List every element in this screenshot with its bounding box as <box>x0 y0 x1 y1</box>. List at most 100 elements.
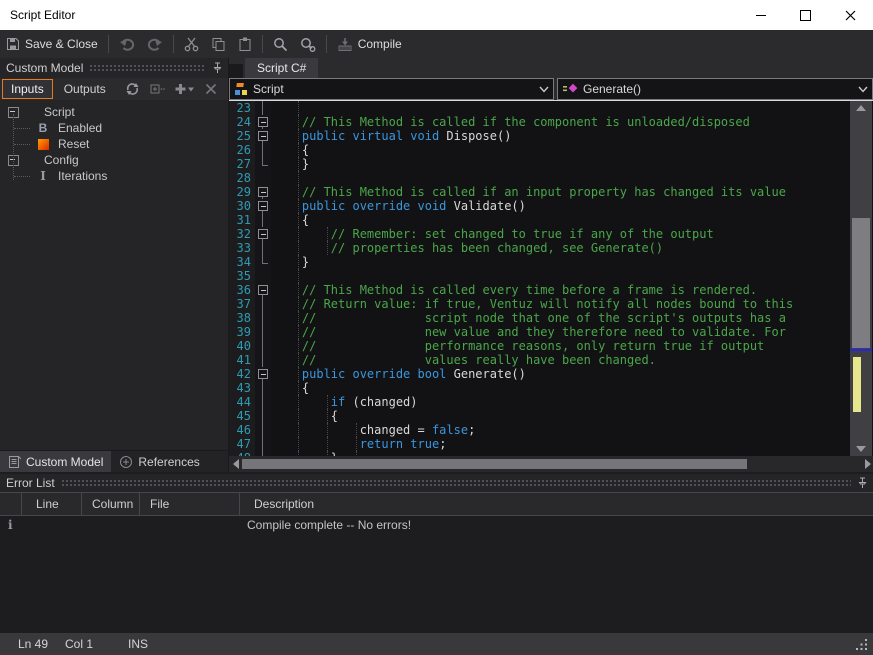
code-line[interactable]: 31 { <box>229 213 849 227</box>
code-line[interactable]: 38 // script node that one of the script… <box>229 311 849 325</box>
code-text: { <box>271 381 849 395</box>
pin-button[interactable] <box>857 477 867 489</box>
code-line[interactable]: 37 // Return value: if true, Ventuz will… <box>229 297 849 311</box>
code-text: { <box>271 409 849 423</box>
code-line[interactable]: 39 // new value and they therefore need … <box>229 325 849 339</box>
member-dropdown[interactable]: Generate() <box>557 78 873 100</box>
code-line[interactable]: 43 { <box>229 381 849 395</box>
vertical-scroll-thumb[interactable] <box>852 218 870 348</box>
code-line[interactable]: 25 public virtual void Dispose() <box>229 129 849 143</box>
main-toolbar: Save & Close <box>0 30 873 58</box>
error-row[interactable]: iCompile complete -- No errors! <box>0 516 873 534</box>
copy-button[interactable] <box>205 32 232 56</box>
scroll-left-button[interactable] <box>229 456 242 472</box>
code-editor[interactable]: 2324 // This Method is called if the com… <box>229 101 873 456</box>
scroll-up-button[interactable] <box>850 101 872 115</box>
member-dropdown-arrow[interactable] <box>854 79 872 99</box>
compile-button[interactable]: Compile <box>331 32 408 56</box>
code-line[interactable]: 41 // values really have been changed. <box>229 353 849 367</box>
tree-item-enabled[interactable]: BEnabled <box>0 120 228 136</box>
scope-dropdown[interactable]: Script <box>229 78 554 100</box>
minimize-button[interactable] <box>738 0 783 30</box>
code-line[interactable]: 45 { <box>229 409 849 423</box>
delete-property-button[interactable] <box>205 83 217 95</box>
scroll-right-button[interactable] <box>861 456 873 472</box>
code-line[interactable]: 40 // performance reasons, only return t… <box>229 339 849 353</box>
save-close-button[interactable]: Save & Close <box>0 32 104 56</box>
error-col-file[interactable]: File <box>140 493 240 515</box>
fold-line <box>262 325 263 339</box>
tab-outputs[interactable]: Outputs <box>55 79 115 99</box>
code-line[interactable]: 33 // properties has been changed, see G… <box>229 241 849 255</box>
add-property-button[interactable] <box>175 83 195 95</box>
fold-collapse-icon[interactable] <box>258 229 268 239</box>
error-col-column[interactable]: Column <box>82 493 140 515</box>
splitter-notch[interactable] <box>229 64 243 78</box>
code-line[interactable]: 36 // This Method is called every time b… <box>229 283 849 297</box>
code-token: ; <box>468 423 475 437</box>
maximize-icon <box>800 10 811 21</box>
error-col-line[interactable]: Line <box>22 493 82 515</box>
code-token: Validate() <box>454 199 526 213</box>
code-line[interactable]: 44 if (changed) <box>229 395 849 409</box>
fold-collapse-icon[interactable] <box>258 369 268 379</box>
code-line[interactable]: 35 <box>229 269 849 283</box>
fold-collapse-icon[interactable] <box>258 117 268 127</box>
expand-all-button[interactable] <box>150 83 165 95</box>
close-button[interactable] <box>828 0 873 30</box>
tree-item-script[interactable]: Script <box>0 104 228 120</box>
code-line[interactable]: 34 } <box>229 255 849 269</box>
tree-connector <box>14 144 30 145</box>
scissors-icon <box>184 37 199 52</box>
tab-inputs[interactable]: Inputs <box>2 79 53 99</box>
code-token: // Return value: if true, Ventuz will no… <box>273 297 793 311</box>
tree-item-reset[interactable]: Reset <box>0 136 228 152</box>
fold-collapse-icon[interactable] <box>258 201 268 211</box>
error-col-description[interactable]: Description <box>240 493 873 515</box>
code-line[interactable]: 24 // This Method is called if the compo… <box>229 115 849 129</box>
code-token: // performance reasons, only return true… <box>273 339 764 353</box>
code-line[interactable]: 42 public override bool Generate() <box>229 367 849 381</box>
tree-item-iterations[interactable]: IIterations <box>0 168 228 184</box>
code-line[interactable]: 46 changed = false; <box>229 423 849 437</box>
tab-script-csharp[interactable]: Script C# <box>245 58 318 78</box>
error-col-icon[interactable] <box>0 493 22 515</box>
code-line[interactable]: 47 return true; <box>229 437 849 451</box>
undo-button[interactable] <box>113 32 141 56</box>
paste-button[interactable] <box>232 32 258 56</box>
pin-button[interactable] <box>212 62 222 74</box>
refresh-button[interactable] <box>125 82 140 96</box>
code-line[interactable]: 26 { <box>229 143 849 157</box>
find-button[interactable] <box>267 32 294 56</box>
code-token: changed = <box>273 423 432 437</box>
code-line[interactable]: 29 // This Method is called if an input … <box>229 185 849 199</box>
scope-dropdown-arrow[interactable] <box>535 79 553 99</box>
indent-guide <box>298 381 299 395</box>
tab-references[interactable]: References <box>111 451 207 472</box>
code-line[interactable]: 27 } <box>229 157 849 171</box>
fold-column <box>255 143 271 157</box>
code-line[interactable]: 30 public override void Validate() <box>229 199 849 213</box>
cut-button[interactable] <box>178 32 205 56</box>
code-line[interactable]: 28 <box>229 171 849 185</box>
resize-grip[interactable] <box>856 639 868 651</box>
redo-button[interactable] <box>141 32 169 56</box>
horizontal-scroll-thumb[interactable] <box>242 459 747 469</box>
code-line[interactable]: 32 // Remember: set changed to true if a… <box>229 227 849 241</box>
horizontal-scrollbar[interactable] <box>229 456 873 472</box>
int-type-icon: I <box>36 169 50 183</box>
indent-guide <box>298 115 299 129</box>
find-replace-button[interactable] <box>294 32 322 56</box>
fold-collapse-icon[interactable] <box>258 187 268 197</box>
fold-collapse-icon[interactable] <box>258 131 268 141</box>
code-line[interactable]: 23 <box>229 101 849 115</box>
code-text: // performance reasons, only return true… <box>271 339 849 353</box>
scroll-down-button[interactable] <box>850 442 872 456</box>
code-token: ; <box>439 437 446 451</box>
vertical-scrollbar[interactable] <box>850 101 872 456</box>
fold-collapse-icon[interactable] <box>258 285 268 295</box>
tab-custom-model[interactable]: Custom Model <box>0 451 111 472</box>
tree-item-config[interactable]: Config <box>0 152 228 168</box>
code-text: // Remember: set changed to true if any … <box>271 227 849 241</box>
maximize-button[interactable] <box>783 0 828 30</box>
